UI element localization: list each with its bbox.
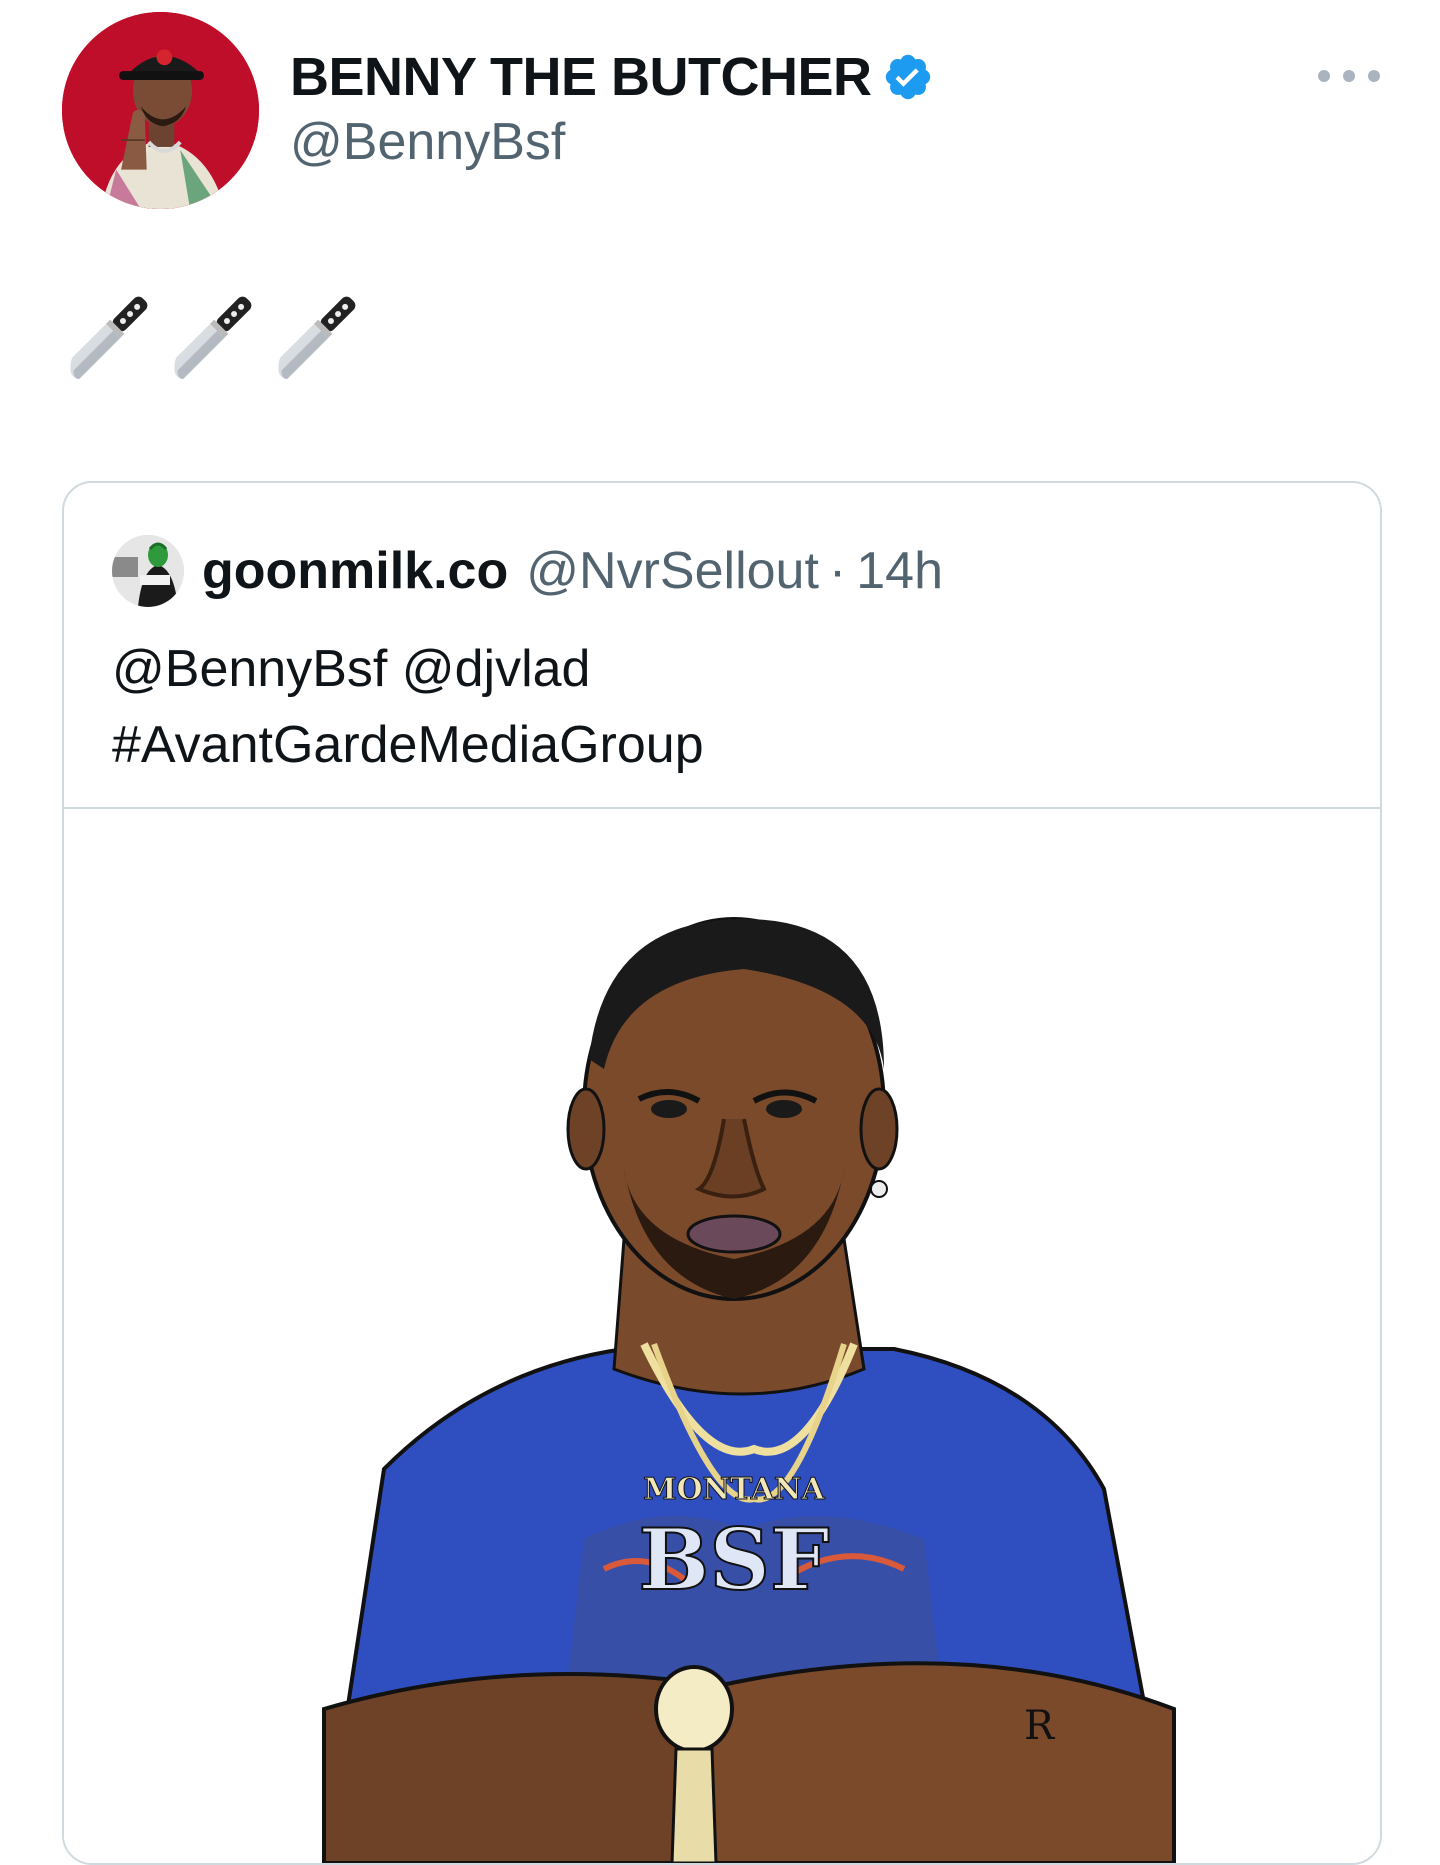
quoted-tweet-line: @BennyBsf @djvlad xyxy=(112,640,591,698)
author-avatar[interactable] xyxy=(62,12,259,209)
author-display-name[interactable]: BENNY THE BUTCHER xyxy=(290,46,872,108)
more-dot-icon xyxy=(1318,70,1330,82)
author-handle[interactable]: @BennyBsf xyxy=(290,112,565,172)
author-name-row: BENNY THE BUTCHER xyxy=(290,42,934,112)
more-options-button[interactable] xyxy=(1318,58,1380,94)
knife-icon xyxy=(270,290,358,386)
quoted-tweet-text: @BennyBsf @djvlad #AvantGardeMediaGroup xyxy=(112,631,1312,783)
quoted-author-handle[interactable]: @NvrSellout xyxy=(526,541,819,601)
quoted-tweet-media-image[interactable]: MONTANA BSF R xyxy=(64,809,1380,1863)
quoted-author-avatar[interactable] xyxy=(112,535,184,607)
quoted-tweet-card[interactable]: goonmilk.co @NvrSellout · 14h @BennyBsf … xyxy=(62,481,1382,1865)
quoted-author-name[interactable]: goonmilk.co xyxy=(202,541,508,601)
shirt-text: BSF xyxy=(638,1510,829,1609)
more-dot-icon xyxy=(1368,70,1380,82)
meta-separator: · xyxy=(828,542,847,600)
tattoo-text: R xyxy=(1024,1703,1056,1749)
quoted-tweet-header: goonmilk.co @NvrSellout · 14h xyxy=(112,533,943,609)
author-avatar-image xyxy=(62,12,259,209)
tweet-text xyxy=(62,290,358,386)
more-dot-icon xyxy=(1343,70,1355,82)
quoted-tweet-line: #AvantGardeMediaGroup xyxy=(112,716,704,774)
knife-icon xyxy=(62,290,150,386)
quoted-tweet-timestamp[interactable]: 14h xyxy=(856,541,943,601)
pendant-text: MONTANA xyxy=(643,1472,825,1507)
verified-badge-icon xyxy=(882,51,934,103)
knife-icon xyxy=(166,290,254,386)
